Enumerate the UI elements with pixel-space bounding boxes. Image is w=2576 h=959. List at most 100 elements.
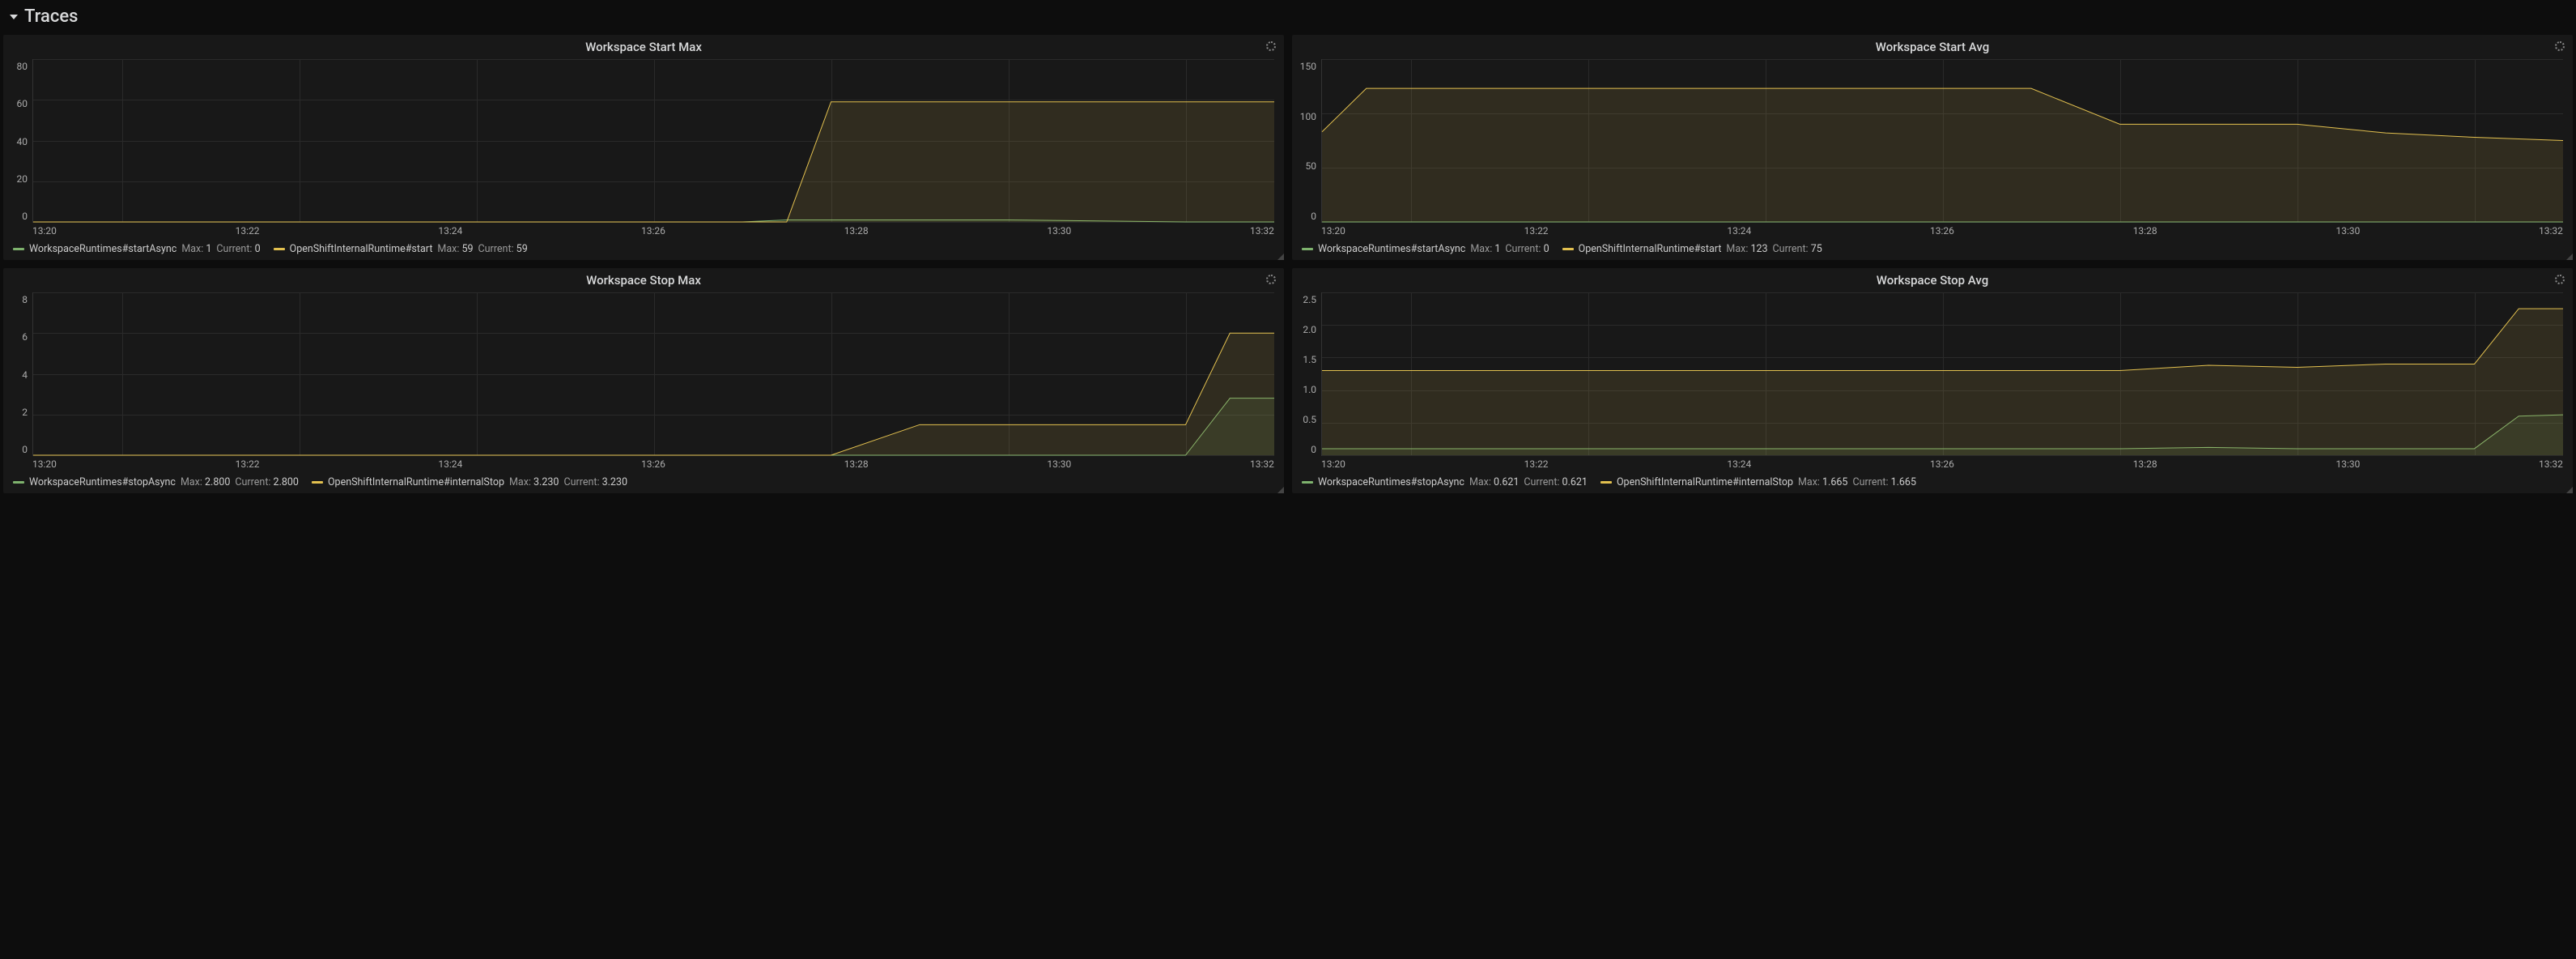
panel-ws-start-max[interactable]: Workspace Start Max80604020013:2013:2213… — [3, 35, 1284, 260]
legend-item[interactable]: OpenShiftInternalRuntime#internalStop Max… — [1600, 476, 1916, 488]
x-tick: 13:26 — [641, 458, 665, 470]
panel-title: Workspace Stop Avg — [1292, 268, 2573, 289]
plot-area[interactable]: 8642013:2013:2213:2413:2613:2813:3013:32 — [3, 289, 1284, 473]
x-tick: 13:20 — [1321, 225, 1345, 237]
legend-current: Current: 0 — [216, 243, 260, 255]
legend-max: Max: 1 — [1470, 243, 1500, 255]
resize-handle-icon[interactable] — [1277, 254, 1284, 260]
x-axis: 13:2013:2213:2413:2613:2813:3013:32 — [1321, 223, 2563, 237]
resize-handle-icon[interactable] — [1277, 487, 1284, 493]
x-tick: 13:20 — [1321, 458, 1345, 470]
legend-current: Current: 0.621 — [1524, 476, 1588, 488]
legend-current: Current: 59 — [478, 243, 528, 255]
x-tick: 13:32 — [2539, 225, 2563, 237]
x-tick: 13:20 — [32, 458, 57, 470]
legend-series-name: WorkspaceRuntimes#stopAsync — [29, 476, 176, 488]
panel-ws-stop-max[interactable]: Workspace Stop Max8642013:2013:2213:2413… — [3, 268, 1284, 493]
resize-handle-icon[interactable] — [2566, 254, 2573, 260]
x-tick: 13:30 — [1047, 458, 1071, 470]
plot[interactable] — [1321, 59, 2563, 223]
y-tick: 80 — [17, 61, 28, 72]
legend-max: Max: 3.230 — [509, 476, 559, 488]
y-tick: 6 — [22, 331, 28, 343]
x-tick: 13:24 — [438, 225, 462, 237]
loading-spinner-icon — [1266, 41, 1276, 51]
x-tick: 13:26 — [641, 225, 665, 237]
legend-current: Current: 2.800 — [235, 476, 299, 488]
panel-title: Workspace Start Max — [3, 35, 1284, 56]
y-tick: 60 — [17, 98, 28, 109]
loading-spinner-icon — [1266, 275, 1276, 284]
legend: WorkspaceRuntimes#stopAsyncMax: 0.621Cur… — [1292, 473, 2573, 493]
plot[interactable] — [32, 59, 1274, 223]
legend-series-name: OpenShiftInternalRuntime#internalStop — [1617, 476, 1793, 488]
x-axis: 13:2013:2213:2413:2613:2813:3013:32 — [1321, 456, 2563, 470]
legend-max: Max: 1.665 — [1798, 476, 1847, 488]
x-axis: 13:2013:2213:2413:2613:2813:3013:32 — [32, 456, 1274, 470]
x-tick: 13:22 — [1524, 225, 1549, 237]
legend-current: Current: 3.230 — [563, 476, 627, 488]
y-axis: 150100500 — [1297, 59, 1321, 237]
legend-swatch-icon — [1302, 248, 1313, 250]
legend-item[interactable]: OpenShiftInternalRuntime#startMax: 123Cu… — [1562, 243, 1822, 255]
legend-swatch-icon — [1302, 481, 1313, 484]
x-tick: 13:20 — [32, 225, 57, 237]
loading-spinner-icon — [2555, 41, 2565, 51]
legend-current: Current: 75 — [1773, 243, 1822, 255]
x-tick: 13:30 — [1047, 225, 1071, 237]
legend-swatch-icon — [13, 248, 24, 250]
x-tick: 13:26 — [1930, 225, 1954, 237]
legend-item[interactable]: WorkspaceRuntimes#stopAsyncMax: 2.800Cur… — [13, 476, 299, 488]
plot-area[interactable]: 15010050013:2013:2213:2413:2613:2813:301… — [1292, 56, 2573, 240]
legend-item[interactable]: WorkspaceRuntimes#stopAsyncMax: 0.621Cur… — [1302, 476, 1588, 488]
y-tick: 0 — [22, 211, 28, 222]
plot[interactable] — [1321, 292, 2563, 456]
legend-current: Current: 1.665 — [1852, 476, 1916, 488]
y-tick: 100 — [1300, 111, 1316, 122]
panel-ws-stop-avg[interactable]: Workspace Stop Avg2.52.01.51.00.5013:201… — [1292, 268, 2573, 493]
legend-item[interactable]: WorkspaceRuntimes#startAsyncMax: 1Curren… — [1302, 243, 1549, 255]
legend-series-name: WorkspaceRuntimes#startAsync — [29, 243, 176, 255]
legend-swatch-icon — [13, 481, 24, 484]
legend-item[interactable]: OpenShiftInternalRuntime#internalStop Max… — [312, 476, 627, 488]
y-tick: 2.5 — [1303, 294, 1316, 305]
plot-area[interactable]: 80604020013:2013:2213:2413:2613:2813:301… — [3, 56, 1284, 240]
x-tick: 13:24 — [1727, 225, 1751, 237]
x-tick: 13:28 — [2133, 458, 2157, 470]
panel-title: Workspace Stop Max — [3, 268, 1284, 289]
legend-item[interactable]: OpenShiftInternalRuntime#startMax: 59Cur… — [274, 243, 528, 255]
y-tick: 0 — [22, 444, 28, 455]
legend-swatch-icon — [274, 248, 285, 250]
x-tick: 13:30 — [2336, 225, 2360, 237]
legend-max: Max: 59 — [437, 243, 473, 255]
y-axis: 2.52.01.51.00.50 — [1297, 292, 1321, 470]
plot[interactable] — [32, 292, 1274, 456]
legend: WorkspaceRuntimes#stopAsyncMax: 2.800Cur… — [3, 473, 1284, 493]
x-tick: 13:32 — [1250, 225, 1274, 237]
legend-max: Max: 1 — [181, 243, 211, 255]
x-tick: 13:30 — [2336, 458, 2360, 470]
panel-ws-start-avg[interactable]: Workspace Start Avg15010050013:2013:2213… — [1292, 35, 2573, 260]
y-tick: 2 — [22, 407, 28, 418]
loading-spinner-icon — [2555, 275, 2565, 284]
legend-item[interactable]: WorkspaceRuntimes#startAsync Max: 1 Curren… — [13, 243, 261, 255]
y-tick: 2.0 — [1303, 324, 1316, 335]
panel-grid: Workspace Start Max80604020013:2013:2213… — [3, 35, 2573, 493]
section-header[interactable]: Traces — [3, 3, 2573, 30]
plot-area[interactable]: 2.52.01.51.00.5013:2013:2213:2413:2613:2… — [1292, 289, 2573, 473]
y-tick: 40 — [17, 136, 28, 147]
y-tick: 1.0 — [1303, 384, 1316, 395]
legend-series-name: OpenShiftInternalRuntime#internalStop — [328, 476, 504, 488]
section-title: Traces — [24, 6, 78, 27]
legend: WorkspaceRuntimes#startAsyncMax: 1Curren… — [1292, 240, 2573, 260]
x-tick: 13:22 — [236, 458, 260, 470]
chevron-down-icon — [10, 15, 18, 19]
y-tick: 4 — [22, 369, 28, 381]
legend-swatch-icon — [1600, 481, 1612, 484]
legend-swatch-icon — [1562, 248, 1574, 250]
x-axis: 13:2013:2213:2413:2613:2813:3013:32 — [32, 223, 1274, 237]
y-tick: 0.5 — [1303, 414, 1316, 425]
resize-handle-icon[interactable] — [2566, 487, 2573, 493]
y-tick: 0 — [1311, 444, 1316, 455]
legend-max: Max: 123 — [1726, 243, 1767, 255]
